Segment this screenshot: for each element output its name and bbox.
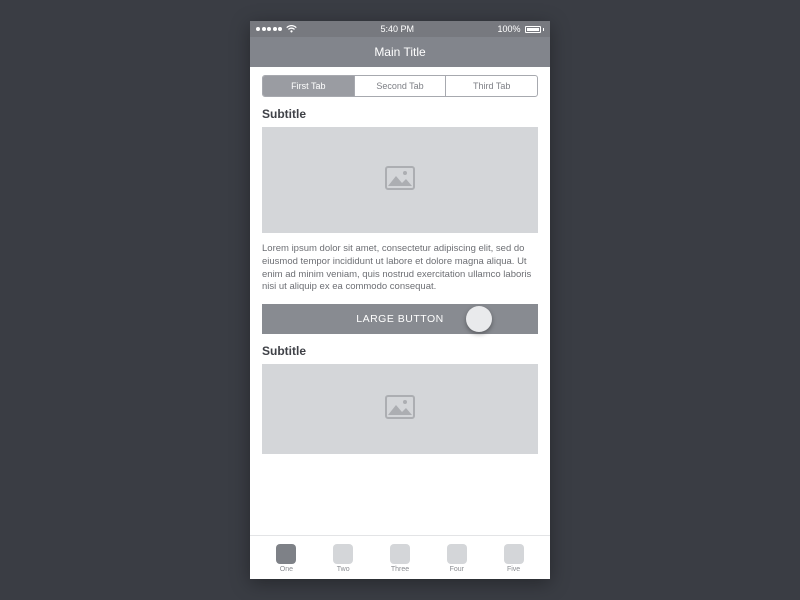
signal-dots-icon <box>256 27 282 31</box>
body-paragraph: Lorem ipsum dolor sit amet, consectetur … <box>262 243 538 294</box>
nav-bar: Main Title <box>250 37 550 67</box>
tab-label: Two <box>337 566 350 573</box>
page-title: Main Title <box>374 45 425 59</box>
image-placeholder <box>262 127 538 233</box>
tab-icon <box>504 544 524 564</box>
tab-label: Three <box>391 566 409 573</box>
bottom-tab-one[interactable]: One <box>266 544 306 573</box>
tab-second[interactable]: Second Tab <box>355 76 447 96</box>
wifi-icon <box>286 25 297 33</box>
image-placeholder <box>262 364 538 454</box>
tab-icon <box>390 544 410 564</box>
tab-icon <box>276 544 296 564</box>
large-button-label: LARGE BUTTON <box>356 313 444 325</box>
phone-frame: 5:40 PM 100% Main Title First Tab Second… <box>250 21 550 579</box>
section-subtitle: Subtitle <box>262 107 538 121</box>
tab-first[interactable]: First Tab <box>263 76 355 96</box>
tab-label: One <box>280 566 293 573</box>
bottom-tab-five[interactable]: Five <box>494 544 534 573</box>
segmented-control: First Tab Second Tab Third Tab <box>262 75 538 97</box>
image-icon <box>385 395 415 424</box>
tab-icon <box>333 544 353 564</box>
image-icon <box>385 166 415 195</box>
bottom-tab-two[interactable]: Two <box>323 544 363 573</box>
battery-icon <box>525 26 545 33</box>
battery-percent: 100% <box>497 24 520 34</box>
tab-third[interactable]: Third Tab <box>446 76 537 96</box>
tab-label: Four <box>450 566 464 573</box>
content-area[interactable]: First Tab Second Tab Third Tab Subtitle … <box>250 67 550 535</box>
tab-icon <box>447 544 467 564</box>
section-subtitle: Subtitle <box>262 344 538 358</box>
bottom-tab-bar: One Two Three Four Five <box>250 535 550 579</box>
bottom-tab-four[interactable]: Four <box>437 544 477 573</box>
bottom-tab-three[interactable]: Three <box>380 544 420 573</box>
status-bar: 5:40 PM 100% <box>250 21 550 37</box>
large-button[interactable]: LARGE BUTTON <box>262 304 538 334</box>
tab-label: Five <box>507 566 520 573</box>
touch-indicator-icon <box>466 306 492 332</box>
status-time: 5:40 PM <box>380 24 414 34</box>
